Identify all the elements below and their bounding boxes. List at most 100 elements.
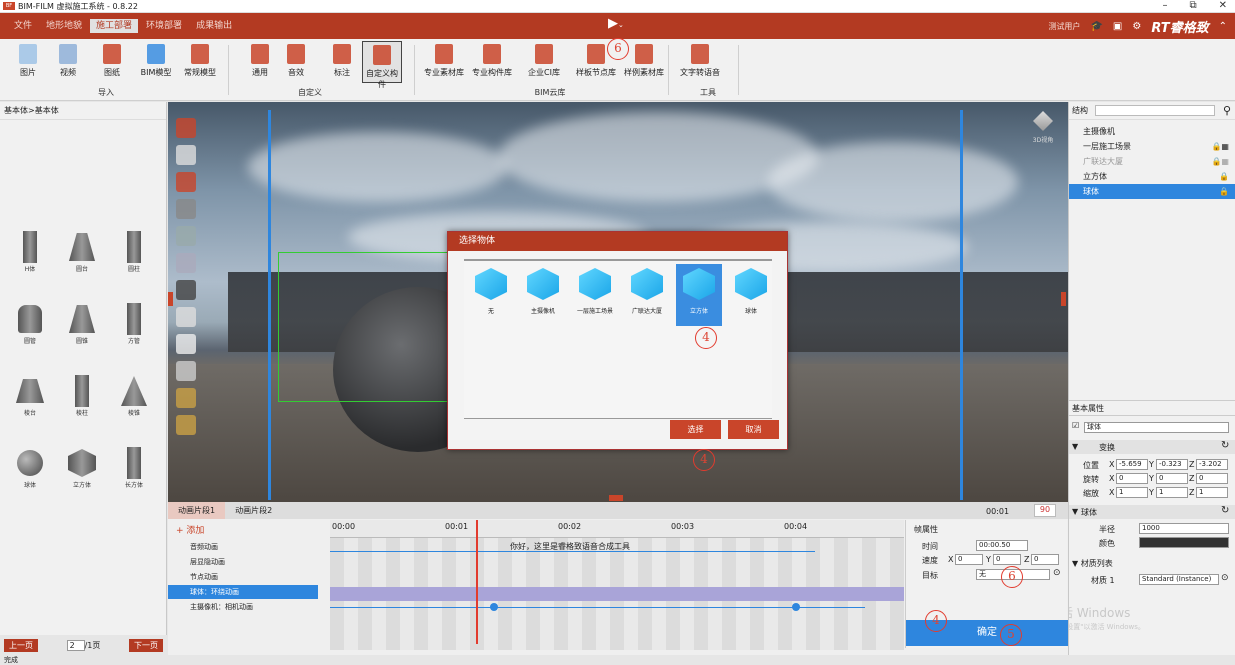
timeline-track[interactable]: 球体：环绕动画 — [168, 585, 318, 599]
scale-x-field[interactable]: 1 — [1116, 487, 1148, 498]
viewport-tool-icon[interactable] — [176, 334, 196, 354]
transform-toggle-icon[interactable]: ▼ — [1072, 442, 1078, 451]
document-icon[interactable]: ▣ — [1113, 21, 1122, 32]
rot-y-field[interactable]: 0 — [1156, 473, 1188, 484]
add-track-button[interactable]: + 添加 — [176, 523, 204, 536]
maximize-icon[interactable]: ⧉ — [1189, 0, 1196, 11]
object-option[interactable]: 一层施工场景 — [572, 264, 618, 326]
menu-environment[interactable]: 环境部署 — [140, 19, 188, 33]
material-picker-icon[interactable]: ⊙ — [1221, 573, 1229, 583]
viewport-tool-icon[interactable] — [176, 118, 196, 138]
timeline-track[interactable]: 层显隐动画 — [168, 555, 318, 569]
viewport-tool-icon[interactable] — [176, 415, 196, 435]
target-picker-icon[interactable]: ⊙ — [1053, 568, 1061, 578]
scale-z-field[interactable]: 1 — [1196, 487, 1228, 498]
rot-z-field[interactable]: 0 — [1196, 473, 1228, 484]
object-option[interactable]: 立方体 — [676, 264, 722, 326]
frame-time-field[interactable]: 00:00.50 — [976, 540, 1028, 551]
menu-output[interactable]: 成果输出 — [190, 19, 238, 33]
object-option[interactable]: 广联达大厦 — [624, 264, 670, 326]
graduation-cap-icon[interactable]: 🎓 — [1090, 21, 1102, 32]
rot-x-field[interactable]: 0 — [1116, 473, 1148, 484]
timeline-track[interactable]: 主摄像机：相机动画 — [168, 600, 318, 614]
bim-model-button[interactable]: BIM模型 — [136, 44, 176, 78]
right-collapse-handle[interactable] — [1061, 292, 1066, 306]
pos-z-field[interactable]: -3.202 — [1196, 459, 1228, 470]
pro-component-lib-button[interactable]: 专业构件库 — [472, 44, 512, 78]
viewport-tool-icon[interactable] — [176, 145, 196, 165]
image-button[interactable]: 图片 — [8, 44, 48, 78]
shape-item[interactable]: 棱柱 — [57, 374, 107, 417]
structure-search-input[interactable] — [1095, 105, 1215, 116]
material-field[interactable]: Standard (Instance) — [1139, 574, 1219, 585]
lock-icon[interactable]: 🔒▦ — [1211, 139, 1229, 154]
tree-item[interactable]: 广联达大厦 🔒▦ — [1069, 154, 1235, 169]
cancel-button[interactable]: 取消 — [728, 420, 779, 439]
scale-y-field[interactable]: 1 — [1156, 487, 1188, 498]
object-option[interactable]: 球体 — [728, 264, 774, 326]
viewport-tool-icon[interactable] — [176, 253, 196, 273]
pos-y-field[interactable]: -0.323 — [1156, 459, 1188, 470]
viewport-tool-icon[interactable] — [176, 307, 196, 327]
chevron-up-icon[interactable]: ⌃ — [1219, 21, 1227, 32]
time-ruler[interactable] — [330, 520, 904, 538]
shape-item[interactable]: 立方体 — [57, 446, 107, 489]
shape-item[interactable]: 球体 — [5, 446, 55, 489]
viewport-tool-icon[interactable] — [176, 226, 196, 246]
keyframe-marker[interactable] — [490, 603, 498, 611]
lock-icon[interactable]: 🔒▦ — [1211, 154, 1229, 169]
lock-icon[interactable]: 🔒 — [1219, 169, 1229, 184]
timeline-track[interactable]: 音频动画 — [168, 540, 318, 554]
fps-field[interactable]: 90 — [1034, 504, 1056, 517]
drawing-button[interactable]: 图纸 — [92, 44, 132, 78]
tab-clip-2[interactable]: 动画片段2 — [225, 502, 282, 519]
video-button[interactable]: 视频 — [48, 44, 88, 78]
menu-construction[interactable]: 施工部署 — [90, 19, 139, 33]
sphere-reset-icon[interactable]: ↻ — [1221, 505, 1229, 516]
common-button[interactable]: 通用 — [240, 44, 280, 78]
timeline-track[interactable]: 节点动画 — [168, 570, 318, 584]
viewport-tool-icon[interactable] — [176, 361, 196, 381]
object-name-field[interactable]: 球体 — [1084, 422, 1229, 433]
custom-component-button[interactable]: 自定义构件 — [362, 41, 402, 89]
page-input[interactable]: 2 — [66, 639, 85, 651]
menu-file[interactable]: 文件 — [8, 19, 38, 33]
annotate-button[interactable]: 标注 — [322, 44, 362, 78]
enterprise-ci-lib-button[interactable]: 企业CI库 — [524, 44, 564, 78]
shape-item[interactable]: 棱锥 — [109, 374, 159, 417]
tree-item[interactable]: 立方体 🔒 — [1069, 169, 1235, 184]
next-page-button[interactable]: 下一页 — [128, 638, 163, 652]
shape-item[interactable]: 棱台 — [5, 374, 55, 417]
select-button[interactable]: 选择 — [670, 420, 721, 439]
speed-x-field[interactable]: 0 — [955, 554, 983, 565]
sound-effect-button[interactable]: 音效 — [276, 44, 316, 78]
bottom-collapse-handle[interactable] — [609, 495, 623, 501]
view-cube[interactable]: 3D视角 — [1023, 107, 1063, 157]
gear-icon[interactable]: ⚙ — [1132, 21, 1141, 32]
text-to-speech-button[interactable]: 文字转语音 — [680, 44, 720, 78]
shape-item[interactable]: 圆锥 — [57, 302, 107, 345]
radius-field[interactable]: 1000 — [1139, 523, 1229, 534]
menu-terrain[interactable]: 地形地貌 — [40, 19, 88, 33]
shape-item[interactable]: 长方体 — [109, 446, 159, 489]
viewport-tool-icon[interactable] — [176, 199, 196, 219]
general-model-button[interactable]: 常规模型 — [180, 44, 220, 78]
visible-checkbox[interactable]: ☑ — [1072, 421, 1079, 430]
tree-item[interactable]: 球体 🔒 — [1069, 184, 1235, 199]
shape-item[interactable]: 圆管 — [5, 302, 55, 345]
prev-page-button[interactable]: 上一页 — [4, 638, 38, 652]
minimize-icon[interactable]: – — [1162, 0, 1167, 11]
close-icon[interactable]: ✕ — [1219, 0, 1227, 11]
shape-item[interactable]: H体 — [5, 230, 55, 273]
lock-icon[interactable]: 🔒 — [1219, 184, 1229, 199]
sphere-toggle-icon[interactable]: ▼ — [1072, 507, 1078, 516]
tree-item[interactable]: 一层施工场景 🔒▦ — [1069, 139, 1235, 154]
object-option[interactable]: 无 — [468, 264, 514, 326]
object-option[interactable]: 主摄像机 — [520, 264, 566, 326]
keyframe-marker[interactable] — [792, 603, 800, 611]
viewport-tool-icon[interactable] — [176, 388, 196, 408]
shape-item[interactable]: 方管 — [109, 302, 159, 345]
viewport-tool-icon[interactable] — [176, 172, 196, 192]
shape-item[interactable]: 圆台 — [57, 230, 107, 273]
tab-clip-1[interactable]: 动画片段1 — [168, 502, 226, 519]
